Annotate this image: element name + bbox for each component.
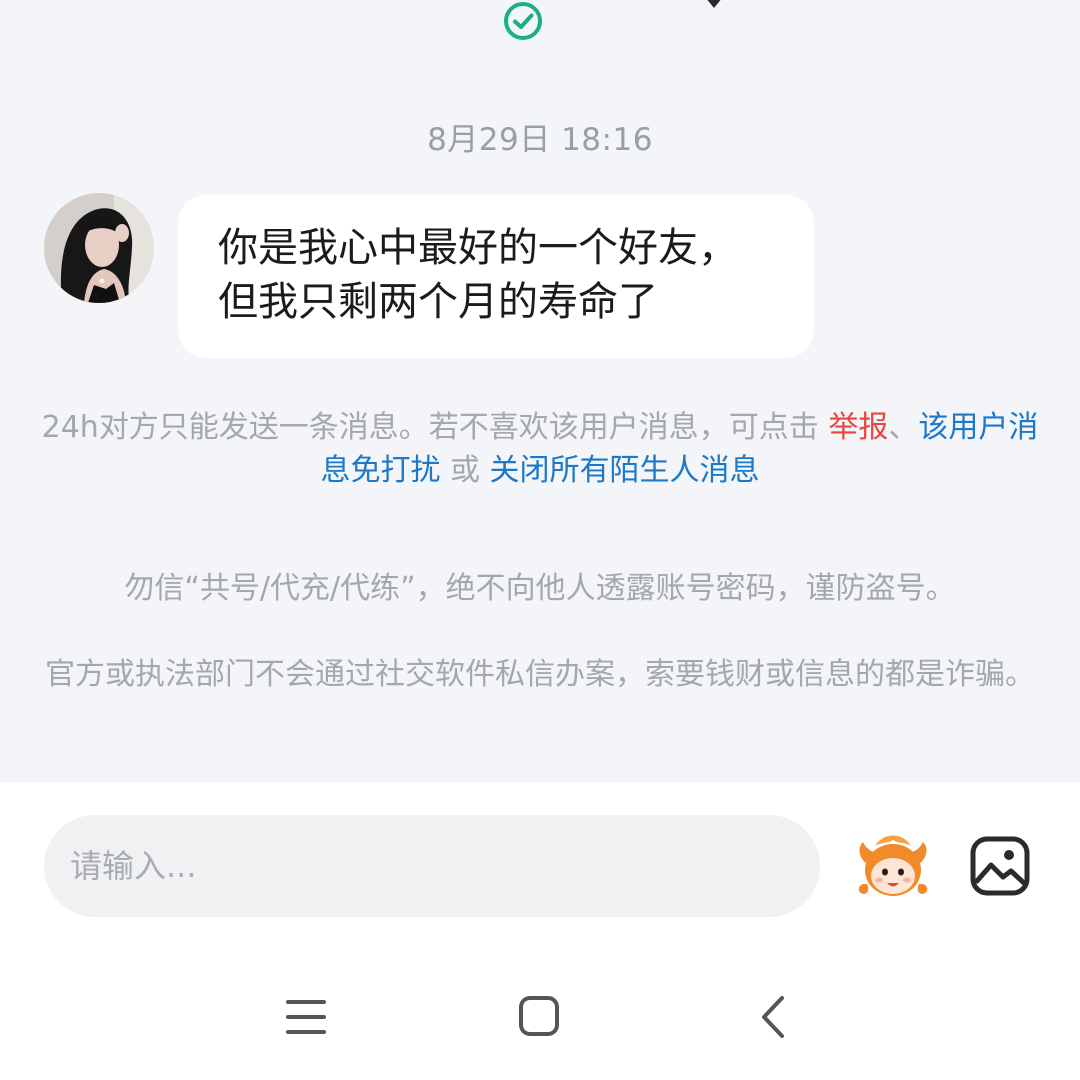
cut-off-badge-icon xyxy=(707,0,721,8)
avatar-image xyxy=(44,193,154,303)
message-timestamp: 8月29日 18:16 xyxy=(427,122,653,158)
cartoon-face-sticker-icon[interactable] xyxy=(853,830,933,900)
message-bubble[interactable]: 你是我心中最好的一个好友， 但我只剩两个月的寿命了 xyxy=(178,195,814,358)
stranger-message-notice: 24h对方只能发送一条消息。若不喜欢该用户消息，可点击 举报、该用户消息免打扰 … xyxy=(40,406,1040,492)
home-square-icon[interactable] xyxy=(509,992,569,1042)
back-chevron-icon[interactable] xyxy=(744,992,804,1042)
account-security-warning: 勿信“共号/代充/代练”，绝不向他人透露账号密码，谨防盗号。 xyxy=(124,571,956,606)
message-text-line-1: 你是我心中最好的一个好友， xyxy=(218,225,738,271)
notice-separator: 、 xyxy=(888,410,919,445)
report-link[interactable]: 举报 xyxy=(828,410,888,445)
image-icon[interactable] xyxy=(969,835,1031,897)
close-stranger-messages-link[interactable]: 关闭所有陌生人消息 xyxy=(490,453,760,488)
check-circle-icon xyxy=(504,2,542,40)
system-navigation-bar xyxy=(0,952,1080,1080)
message-text-line-2: 但我只剩两个月的寿命了 xyxy=(218,279,658,325)
notice-or-text: 或 xyxy=(440,453,490,488)
notice-text: 24h对方只能发送一条消息。若不喜欢该用户消息，可点击 xyxy=(41,410,829,445)
fraud-warning: 官方或执法部门不会通过社交软件私信办案，索要钱财或信息的都是诈骗。 xyxy=(45,657,1035,692)
message-input[interactable] xyxy=(44,815,820,917)
menu-icon[interactable] xyxy=(276,992,336,1042)
chat-area[interactable]: 8月29日 18:16 你是我心中最好的一个好友， 但我只剩两个月的寿命了 24… xyxy=(0,0,1080,782)
message-input-bar xyxy=(0,782,1080,952)
avatar[interactable] xyxy=(44,193,154,303)
